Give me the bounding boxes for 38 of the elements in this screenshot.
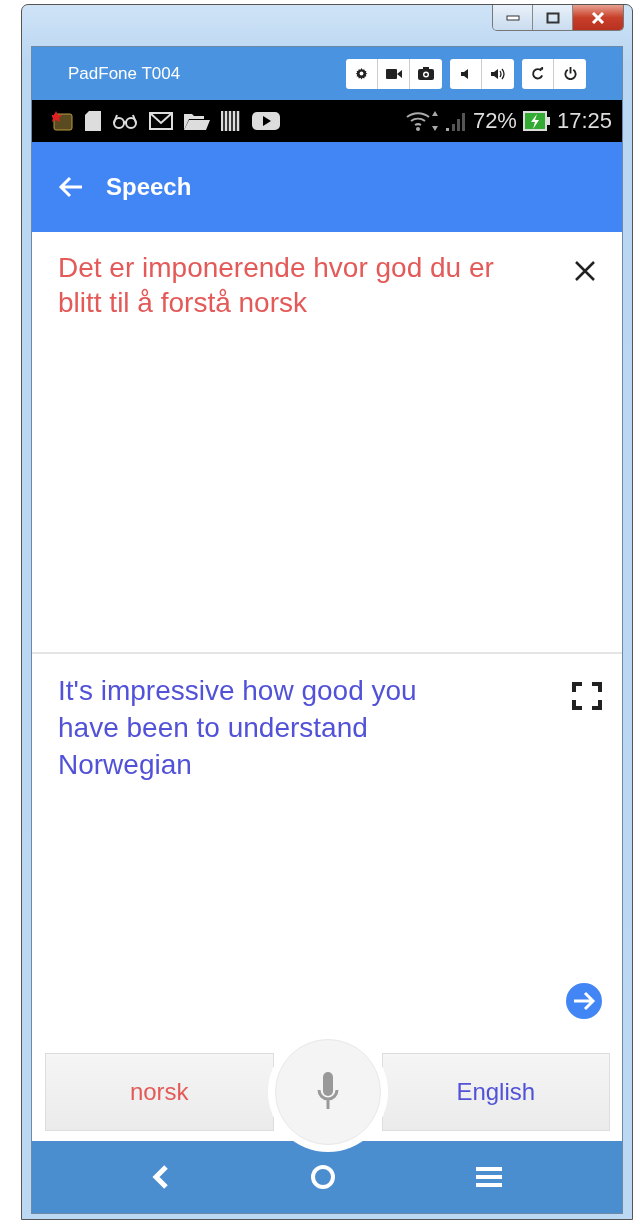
power-icon — [563, 67, 577, 80]
maximize-button[interactable] — [533, 5, 573, 30]
close-icon[interactable] — [574, 260, 596, 282]
arrow-icon[interactable] — [566, 983, 602, 1019]
speaker-loud-icon — [490, 67, 506, 80]
minimize-icon — [505, 14, 520, 21]
maximize-icon — [545, 11, 560, 24]
rotate-icon — [531, 67, 544, 80]
translation-text: It's impressive how good you have been to understand Norwegian — [58, 674, 418, 782]
device-name: PadFone T004 — [68, 63, 181, 84]
play-icon — [252, 111, 280, 131]
back-arrow-icon[interactable] — [58, 176, 84, 198]
menu-icon[interactable] — [476, 1166, 503, 1188]
screen-title: Speech — [106, 173, 192, 201]
language-button[interactable]: English — [381, 1053, 610, 1131]
language-button[interactable]: norsk — [45, 1053, 274, 1131]
settings-icon — [355, 67, 368, 80]
close-icon — [591, 11, 605, 24]
barcode-icon — [221, 111, 241, 131]
mail-icon — [149, 112, 173, 130]
camera-icon — [418, 67, 434, 80]
battery-charging-icon — [522, 111, 551, 131]
app-notification-icon — [52, 110, 74, 132]
wifi-icon — [404, 109, 439, 133]
folder-icon — [184, 112, 210, 130]
glasses-icon — [112, 113, 138, 129]
signal-icon — [444, 110, 467, 132]
sd-card-icon — [85, 111, 101, 131]
microphone-button[interactable] — [274, 1039, 381, 1145]
home-icon[interactable] — [309, 1163, 337, 1191]
close-button[interactable] — [573, 5, 623, 30]
microphone-icon — [316, 1072, 339, 1112]
battery-percentage: 72% — [472, 108, 517, 134]
fullscreen-icon[interactable] — [572, 682, 602, 710]
video-camera-icon — [385, 67, 402, 80]
clock: 17:25 — [556, 108, 612, 134]
source-text: Det er imponerende hvor god du er blitt til å forstå norsk — [58, 251, 495, 320]
back-icon[interactable] — [151, 1165, 170, 1189]
